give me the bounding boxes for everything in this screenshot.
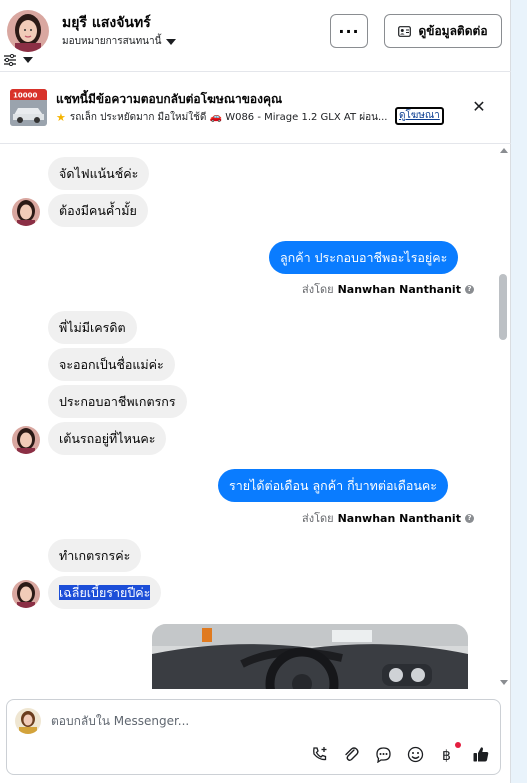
chevron-down-icon — [166, 38, 177, 45]
sent-by-label: ส่งโดย Nanwhan Nanthanit ? — [302, 509, 474, 527]
page-avatar — [15, 708, 41, 734]
incoming-message[interactable]: เต้นรถอยู่ที่ไหนคะ — [48, 422, 167, 455]
notification-dot — [455, 742, 461, 748]
assign-label: มอบหมายการสนทนานี้ — [62, 36, 162, 47]
sliders-icon — [4, 54, 16, 66]
view-contact-info-label: ดูข้อมูลติดต่อ — [418, 23, 488, 38]
sent-by-name: Nanwhan Nanthanit — [337, 282, 461, 296]
baht-icon[interactable]: ฿ — [437, 742, 461, 764]
more-options-button[interactable]: ··· — [330, 14, 368, 48]
svg-text:฿: ฿ — [442, 748, 451, 763]
ad-banner-title: แชทนี้มีข้อความตอบกลับต่อโฆษณาของคุณ — [56, 92, 283, 106]
contact-avatar-small — [12, 426, 40, 454]
ad-reply-banner: 10000 แชทนี้มีข้อความตอบกลับต่อโฆษณาของค… — [0, 72, 511, 144]
outgoing-message[interactable]: ลูกค้า ประกอบอาชีพอะไรอยู่คะ — [269, 241, 459, 274]
view-ad-link[interactable]: ดูโฆษณา — [395, 107, 444, 125]
conversation-header: มยุรี แสงจันทร์ มอบหมายการสนทนานี้ ··· ด… — [0, 0, 511, 72]
assign-conversation-dropdown[interactable]: มอบหมายการสนทนานี้ — [62, 34, 177, 49]
chat-bubble-icon[interactable] — [373, 744, 393, 764]
incoming-message[interactable]: เฉลี่ยเบี้ยรายปีค่ะ — [48, 576, 162, 609]
message-composer: ฿ — [6, 699, 501, 775]
sent-by-prefix: ส่งโดย — [302, 512, 334, 525]
car-interior-photo[interactable] — [152, 624, 468, 689]
contact-avatar-small — [12, 580, 40, 608]
scroll-thumb[interactable] — [499, 274, 507, 340]
phone-plus-icon[interactable] — [309, 744, 329, 764]
contact-card-icon — [398, 25, 412, 37]
message-input[interactable] — [51, 714, 351, 728]
messenger-conversation-panel: มยุรี แสงจันทร์ มอบหมายการสนทนานี้ ··· ด… — [0, 0, 511, 783]
thumbs-up-icon[interactable] — [471, 744, 491, 764]
contact-avatar-small — [12, 198, 40, 226]
selected-text: เฉลี่ยเบี้ยรายปีค่ะ — [59, 585, 151, 600]
side-panel-edge — [511, 0, 527, 783]
car-photo-image — [152, 624, 468, 689]
outgoing-message[interactable]: รายได้ต่อเดือน ลูกค้า กี่บาทต่อเดือนคะ — [218, 469, 448, 502]
star-icon: ★ — [56, 111, 66, 124]
incoming-message[interactable]: จะออกเป็นชื่อแม่ค่ะ — [48, 348, 175, 381]
incoming-message[interactable]: ทำเกตรกรค่ะ — [48, 539, 142, 572]
chevron-down-icon — [23, 57, 33, 63]
sent-by-prefix: ส่งโดย — [302, 283, 334, 296]
scroll-up-arrow-icon[interactable] — [500, 148, 508, 153]
sent-by-label: ส่งโดย Nanwhan Nanthanit ? — [302, 280, 474, 298]
contact-name[interactable]: มยุรี แสงจันทร์ — [62, 12, 151, 34]
incoming-message[interactable]: จัดไฟแน้นช์ค่ะ — [48, 157, 150, 190]
incoming-message[interactable]: พี่ไม่มีเครดิต — [48, 311, 137, 344]
info-icon[interactable]: ? — [464, 284, 474, 294]
car-ad-image: 10000 — [10, 89, 47, 126]
ad-subtitle-text: รถเล็ก ประหยัดมาก มือใหม่ใช้ดี 🚗 W086 - … — [69, 112, 388, 123]
paperclip-icon[interactable] — [341, 744, 361, 764]
contact-avatar[interactable] — [7, 10, 49, 52]
smiley-icon[interactable] — [405, 744, 425, 764]
info-icon[interactable]: ? — [464, 513, 474, 523]
ad-banner-subtitle: ★ รถเล็ก ประหยัดมาก มือใหม่ใช้ดี 🚗 W086 … — [56, 110, 396, 125]
incoming-message[interactable]: ประกอบอาชีพเกตรกร — [48, 385, 187, 418]
ad-thumb-text: 10000 — [13, 92, 37, 100]
incoming-message[interactable]: ต้องมีคนค้ำมั้ย — [48, 194, 148, 227]
view-contact-info-button[interactable]: ดูข้อมูลติดต่อ — [384, 14, 502, 48]
close-icon[interactable]: ✕ — [470, 98, 488, 116]
sent-by-name: Nanwhan Nanthanit — [337, 511, 461, 525]
ad-thumbnail[interactable]: 10000 — [10, 89, 47, 126]
message-thread[interactable]: จัดไฟแน้นช์ค่ะ ต้องมีคนค้ำมั้ย ลูกค้า ปร… — [0, 144, 511, 689]
thread-scrollbar[interactable] — [497, 144, 509, 689]
scroll-down-arrow-icon[interactable] — [500, 680, 508, 685]
filter-dropdown[interactable] — [3, 54, 33, 66]
